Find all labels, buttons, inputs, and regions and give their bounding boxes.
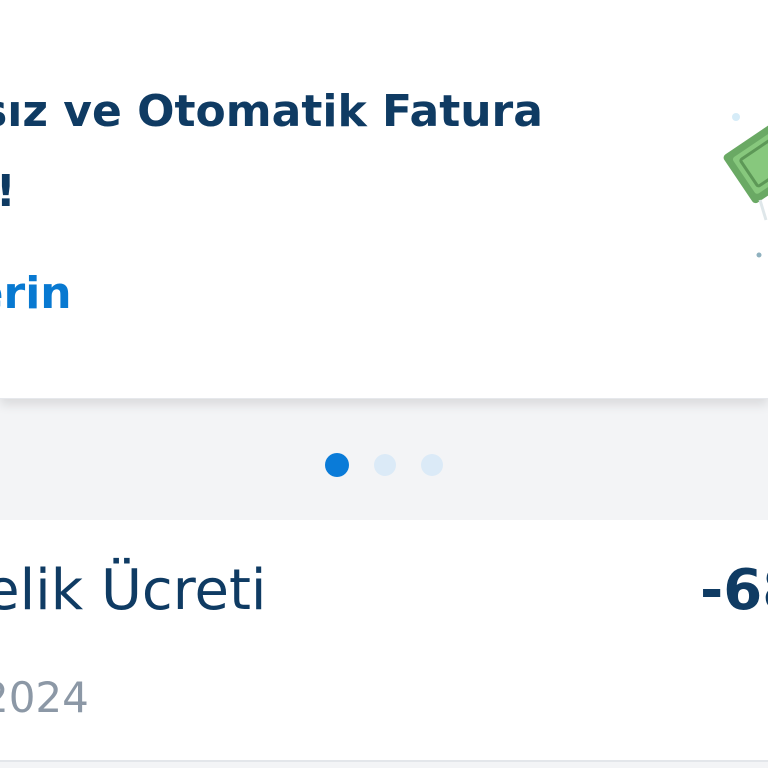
banner-title: ısız ve Otomatik Fatura a! xyxy=(0,86,543,217)
promo-banner-card[interactable]: ısız ve Otomatik Fatura a! Verin xyxy=(0,0,768,399)
carousel-dot-3[interactable] xyxy=(421,454,443,476)
transaction-title: yelik Ücreti xyxy=(0,558,267,623)
transaction-amount: -68 xyxy=(700,558,768,623)
money-bill-icon xyxy=(723,102,768,258)
page: ısız ve Otomatik Fatura a! Verin yelik Ü… xyxy=(0,0,768,768)
carousel-pagination xyxy=(0,452,768,478)
transaction-row[interactable]: yelik Ücreti -68 n 2024 xyxy=(0,520,768,762)
carousel-dot-2[interactable] xyxy=(374,454,396,476)
carousel-dot-1[interactable] xyxy=(325,453,349,477)
banner-cta-link[interactable]: Verin xyxy=(0,268,72,319)
transaction-date: n 2024 xyxy=(0,673,89,722)
